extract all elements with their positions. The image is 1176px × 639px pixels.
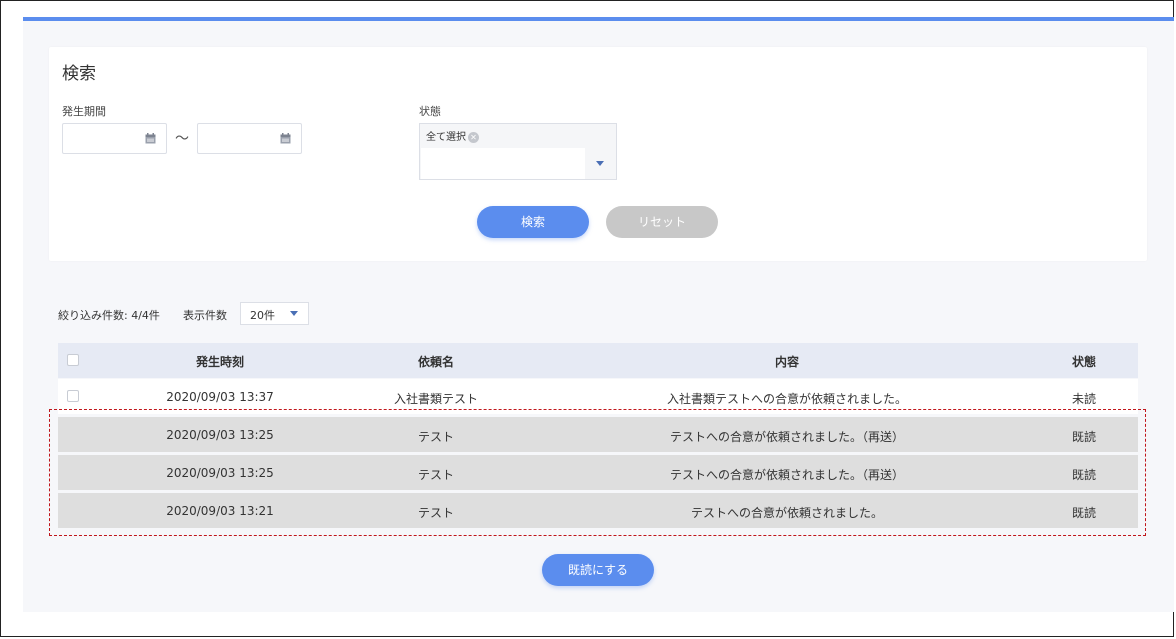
status-label: 状態 xyxy=(419,105,441,118)
page-size-value: 20件 xyxy=(250,309,275,322)
period-label: 発生期間 xyxy=(62,105,106,118)
header-time[interactable]: 発生時刻 xyxy=(180,353,260,370)
status-chip-label: 全て選択 xyxy=(426,132,466,143)
reset-button[interactable]: リセット xyxy=(606,206,718,238)
status-chip[interactable]: 全て選択 ✕ xyxy=(426,128,479,143)
header-status[interactable]: 状態 xyxy=(1060,353,1108,370)
search-title: 検索 xyxy=(62,64,96,84)
search-panel: 検索 発生期間 ～ 状態 全て選択 ✕ 検索 リセット xyxy=(49,47,1147,261)
row-status: 既読 xyxy=(1071,468,1096,482)
row-content: テストへの合意が依頼されました。（再送） xyxy=(669,468,904,482)
select-all-checkbox[interactable] xyxy=(67,354,79,366)
row-checkbox[interactable] xyxy=(67,390,79,402)
search-button[interactable]: 検索 xyxy=(477,206,589,238)
period-end-input[interactable] xyxy=(197,123,302,154)
page-size-label: 表示件数 xyxy=(183,309,227,322)
status-multiselect-input[interactable] xyxy=(421,148,585,179)
row-content: 入社書類テストへの合意が依頼されました。 xyxy=(666,392,907,406)
table-row[interactable]: 2020/09/03 13:25 テスト テストへの合意が依頼されました。（再送… xyxy=(58,455,1138,490)
period-start-input[interactable] xyxy=(62,123,167,154)
period-separator: ～ xyxy=(175,131,189,147)
row-time: 2020/09/03 13:25 xyxy=(166,466,274,480)
header-content[interactable]: 内容 xyxy=(747,353,827,370)
calendar-icon[interactable] xyxy=(280,133,291,144)
table-row[interactable]: 2020/09/03 13:21 テスト テストへの合意が依頼されました。 既読 xyxy=(58,493,1138,528)
close-icon[interactable]: ✕ xyxy=(468,131,479,143)
page-size-select[interactable]: 20件 xyxy=(240,302,309,325)
row-status: 未読 xyxy=(1071,392,1096,406)
row-request: テスト xyxy=(417,430,454,444)
mark-as-read-button[interactable]: 既読にする xyxy=(542,554,654,586)
row-request: テスト xyxy=(417,468,454,482)
row-status: 既読 xyxy=(1071,430,1096,444)
row-time: 2020/09/03 13:37 xyxy=(166,390,274,404)
row-time: 2020/09/03 13:25 xyxy=(166,428,274,442)
chevron-down-icon[interactable] xyxy=(596,161,604,166)
filter-count: 絞り込み件数: 4/4件 xyxy=(58,309,160,322)
table-row[interactable]: 2020/09/03 13:25 テスト テストへの合意が依頼されました。（再送… xyxy=(58,417,1138,452)
row-content: テストへの合意が依頼されました。 xyxy=(690,506,883,520)
row-time: 2020/09/03 13:21 xyxy=(166,504,274,518)
calendar-icon[interactable] xyxy=(145,133,156,144)
table-header: 発生時刻 依頼名 内容 状態 xyxy=(58,343,1138,378)
status-multiselect[interactable]: 全て選択 ✕ xyxy=(419,123,617,180)
row-request: テスト xyxy=(417,506,454,520)
header-request[interactable]: 依頼名 xyxy=(396,353,476,370)
table-row[interactable]: 2020/09/03 13:37 入社書類テスト 入社書類テストへの合意が依頼さ… xyxy=(58,379,1138,414)
row-status: 既読 xyxy=(1071,506,1096,520)
row-content: テストへの合意が依頼されました。（再送） xyxy=(669,430,904,444)
chevron-down-icon[interactable] xyxy=(290,311,298,316)
row-request: 入社書類テスト xyxy=(393,392,478,406)
